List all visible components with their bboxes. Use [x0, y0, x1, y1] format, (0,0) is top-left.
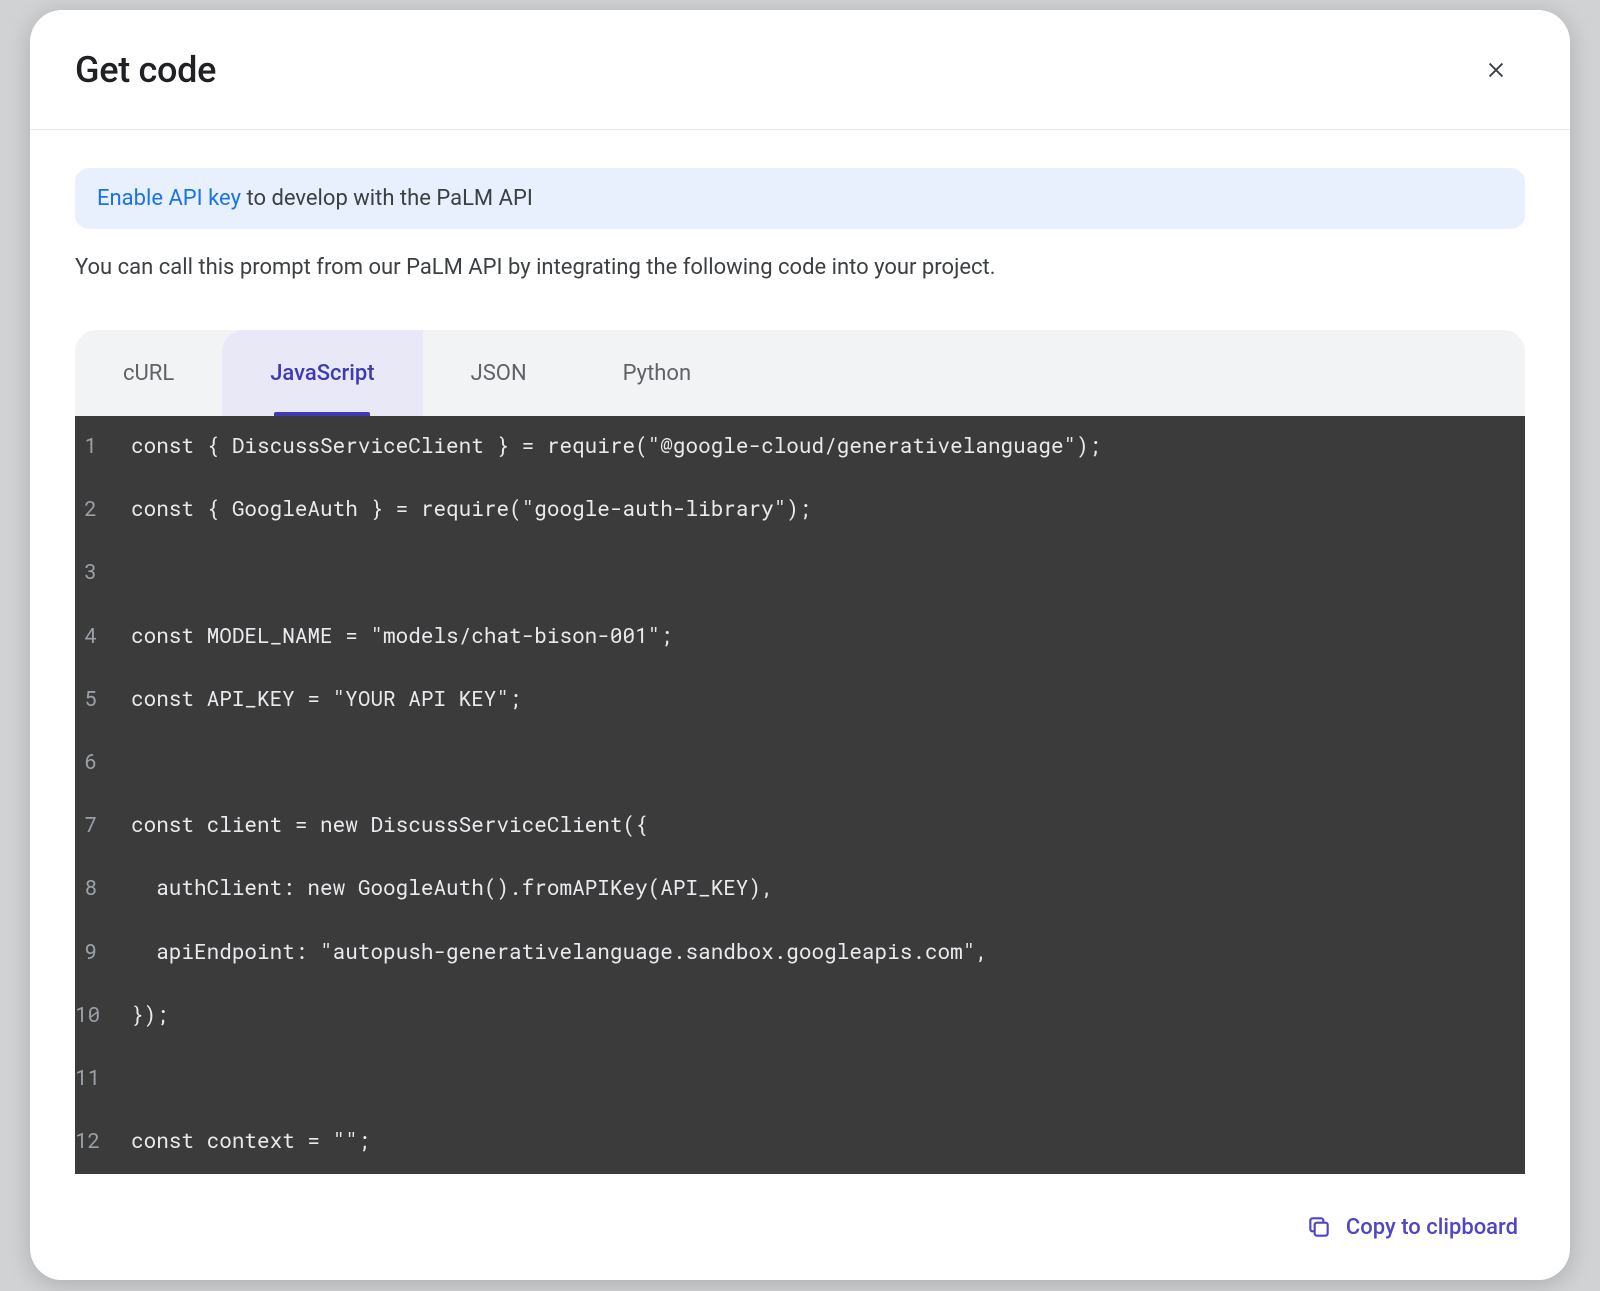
line-content: authClient: new GoogleAuth().fromAPIKey(… [131, 872, 1525, 904]
dialog-title: Get code [75, 49, 216, 91]
dialog-header: Get code [30, 10, 1570, 130]
line-content: const { DiscussServiceClient } = require… [131, 430, 1525, 462]
tab-label: JSON [471, 361, 527, 386]
copy-to-clipboard-button[interactable]: Copy to clipboard [1296, 1202, 1528, 1252]
line-content: const { GoogleAuth } = require("google-a… [131, 493, 1525, 525]
line-number: 12 [75, 1125, 131, 1157]
code-line: 10}); [75, 999, 1525, 1031]
code-line: 8 authClient: new GoogleAuth().fromAPIKe… [75, 872, 1525, 904]
line-number: 3 [75, 556, 131, 588]
line-content: const MODEL_NAME = "models/chat-bison-00… [131, 620, 1525, 652]
code-line: 2const { GoogleAuth } = require("google-… [75, 493, 1525, 525]
tab-json[interactable]: JSON [423, 330, 575, 416]
tab-javascript[interactable]: JavaScript [222, 330, 422, 416]
line-content: const context = ""; [131, 1125, 1525, 1157]
line-number: 5 [75, 683, 131, 715]
dialog-body: Enable API key to develop with the PaLM … [30, 130, 1570, 1174]
line-content: apiEndpoint: "autopush-generativelanguag… [131, 936, 1525, 968]
code-line: 11 [75, 1062, 1525, 1094]
get-code-dialog: Get code Enable API key to develop with … [30, 10, 1570, 1280]
line-content [131, 1062, 1525, 1094]
code-line: 9 apiEndpoint: "autopush-generativelangu… [75, 936, 1525, 968]
line-number: 8 [75, 872, 131, 904]
tab-label: cURL [123, 361, 174, 386]
tab-curl[interactable]: cURL [75, 330, 222, 416]
code-area: 1const { DiscussServiceClient } = requir… [75, 416, 1525, 1174]
code-line: 3 [75, 556, 1525, 588]
line-number: 1 [75, 430, 131, 462]
line-number: 2 [75, 493, 131, 525]
banner-text: to develop with the PaLM API [241, 186, 533, 211]
intro-text: You can call this prompt from our PaLM A… [75, 255, 1525, 280]
tab-label: JavaScript [270, 361, 374, 386]
code-line: 1const { DiscussServiceClient } = requir… [75, 430, 1525, 462]
line-content [131, 746, 1525, 778]
code-line: 5const API_KEY = "YOUR API KEY"; [75, 683, 1525, 715]
line-content: const client = new DiscussServiceClient(… [131, 809, 1525, 841]
copy-icon [1306, 1214, 1332, 1240]
code-line: 12const context = ""; [75, 1125, 1525, 1157]
line-content: }); [131, 999, 1525, 1031]
line-content: const API_KEY = "YOUR API KEY"; [131, 683, 1525, 715]
enable-api-key-link[interactable]: Enable API key [97, 186, 241, 211]
tab-label: Python [623, 361, 691, 386]
dialog-backdrop: Get code Enable API key to develop with … [0, 0, 1600, 1291]
copy-label: Copy to clipboard [1346, 1215, 1518, 1240]
line-number: 4 [75, 620, 131, 652]
dialog-footer: Copy to clipboard [30, 1174, 1570, 1280]
code-block: 1const { DiscussServiceClient } = requir… [75, 416, 1525, 1174]
info-banner: Enable API key to develop with the PaLM … [75, 168, 1525, 229]
code-scroll[interactable]: 1const { DiscussServiceClient } = requir… [75, 416, 1525, 1174]
close-button[interactable] [1472, 46, 1520, 94]
code-card: cURL JavaScript JSON Python 1const { Discus… [75, 330, 1525, 1174]
code-line: 7const client = new DiscussServiceClient… [75, 809, 1525, 841]
line-number: 11 [75, 1062, 131, 1094]
line-number: 10 [75, 999, 131, 1031]
line-number: 9 [75, 936, 131, 968]
code-line: 6 [75, 746, 1525, 778]
code-line: 4const MODEL_NAME = "models/chat-bison-0… [75, 620, 1525, 652]
tab-python[interactable]: Python [575, 330, 739, 416]
tabs: cURL JavaScript JSON Python [75, 330, 1525, 416]
close-icon [1485, 59, 1507, 81]
line-number: 6 [75, 746, 131, 778]
line-content [131, 556, 1525, 588]
line-number: 7 [75, 809, 131, 841]
